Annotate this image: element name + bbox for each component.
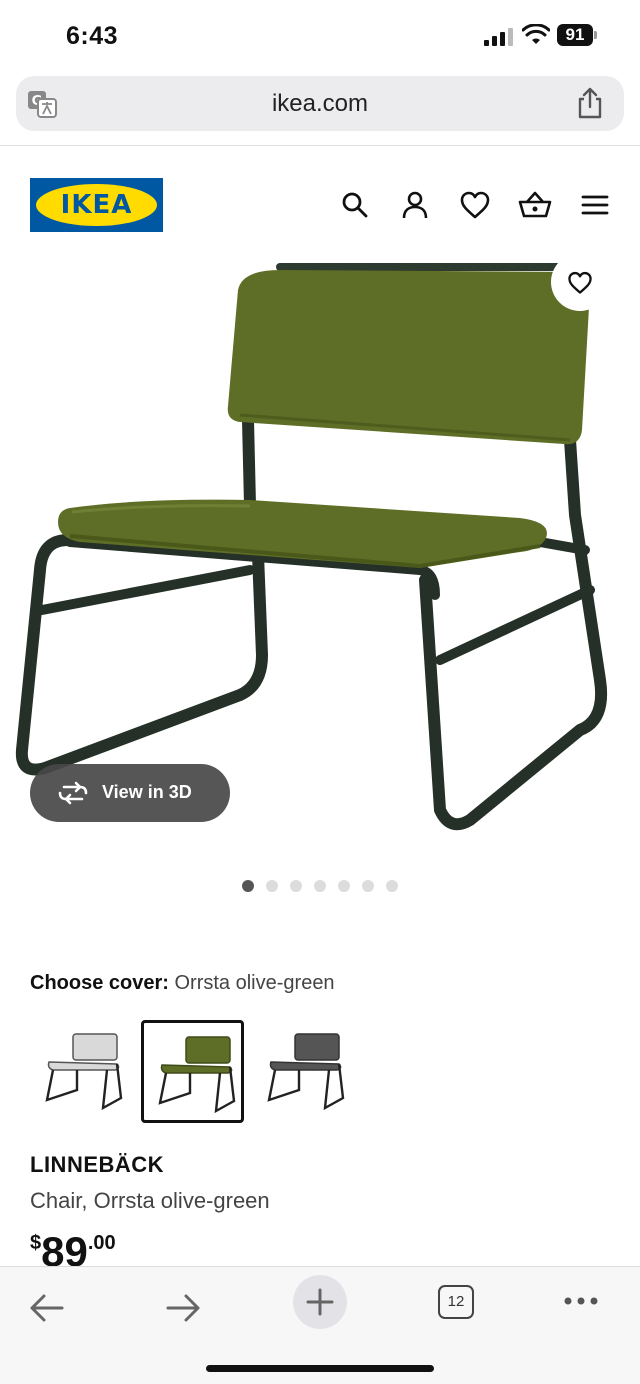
- logo-text: IKEA: [60, 190, 133, 220]
- share-icon[interactable]: [574, 86, 606, 120]
- pagination-dot[interactable]: [338, 880, 350, 892]
- pagination-dot[interactable]: [386, 880, 398, 892]
- menu-icon[interactable]: [578, 188, 612, 222]
- pagination-dot[interactable]: [266, 880, 278, 892]
- product-description: Chair, Orrsta olive-green: [30, 1188, 270, 1213]
- view-in-3d-button[interactable]: View in 3D: [30, 764, 230, 822]
- favourite-button[interactable]: [551, 253, 609, 311]
- more-icon[interactable]: [554, 1281, 608, 1335]
- price-currency: $: [30, 1232, 42, 1254]
- address-bar[interactable]: G ikea.com: [16, 76, 624, 131]
- favourites-icon[interactable]: [458, 188, 492, 222]
- cover-chooser-heading: Choose cover: Orrsta olive-green: [30, 972, 335, 995]
- status-time: 6:43: [66, 22, 119, 50]
- wifi-icon: [522, 24, 550, 44]
- battery-icon: 91: [557, 24, 597, 46]
- heart-icon: [568, 271, 592, 294]
- product-image[interactable]: [0, 250, 640, 850]
- status-bar: 6:43 91: [0, 0, 640, 72]
- new-tab-button[interactable]: [293, 1275, 347, 1329]
- pagination-dot[interactable]: [290, 880, 302, 892]
- account-icon[interactable]: [398, 188, 432, 222]
- url-text[interactable]: ikea.com: [16, 90, 624, 118]
- tabs-icon[interactable]: 12: [438, 1285, 474, 1319]
- battery-level: 91: [557, 24, 593, 46]
- forward-icon[interactable]: [156, 1281, 210, 1335]
- rotate-3d-icon: [58, 781, 88, 805]
- cover-option-olive-green[interactable]: [141, 1020, 244, 1123]
- divider: [0, 145, 640, 146]
- search-icon[interactable]: [338, 188, 372, 222]
- pagination-dot[interactable]: [314, 880, 326, 892]
- pagination-dot[interactable]: [242, 880, 254, 892]
- cover-option-dark-grey[interactable]: [253, 1020, 356, 1123]
- ikea-logo[interactable]: IKEA: [30, 178, 163, 232]
- cart-icon[interactable]: [518, 188, 552, 222]
- view-in-3d-label: View in 3D: [102, 782, 192, 802]
- cover-selected-value: Orrsta olive-green: [174, 972, 335, 994]
- price-cents: .00: [87, 1232, 116, 1254]
- chair-thumbnail-icon: [158, 1036, 236, 1114]
- new-tab-icon: [306, 1288, 334, 1316]
- pagination-dot[interactable]: [362, 880, 374, 892]
- chair-thumbnail-icon: [267, 1033, 345, 1111]
- back-icon[interactable]: [20, 1281, 74, 1335]
- chair-thumbnail-icon: [45, 1033, 123, 1111]
- product-name: LINNEBÄCK: [30, 1152, 165, 1177]
- cover-option-light-grey[interactable]: [31, 1020, 134, 1123]
- signal-icon: [484, 28, 514, 46]
- home-indicator[interactable]: [206, 1365, 434, 1372]
- cover-label: Choose cover:: [30, 972, 169, 994]
